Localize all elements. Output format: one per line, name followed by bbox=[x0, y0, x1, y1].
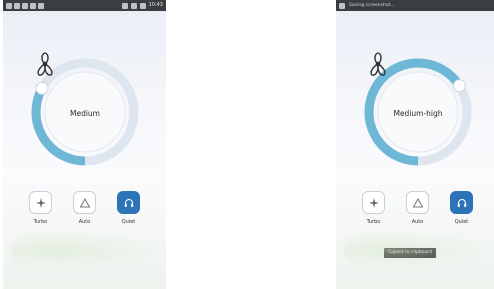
background-blur bbox=[344, 230, 494, 270]
mode-auto[interactable]: Auto bbox=[72, 191, 98, 225]
notification-icons bbox=[6, 2, 44, 9]
speed-label: Medium-high bbox=[393, 109, 443, 118]
notification-icon bbox=[30, 2, 36, 9]
quiet-button[interactable] bbox=[117, 191, 140, 214]
mode-auto[interactable]: Auto bbox=[405, 191, 431, 225]
auto-label: Auto bbox=[78, 219, 91, 225]
turbo-label: Turbo bbox=[366, 219, 381, 225]
status-bar: 10:43 bbox=[3, 0, 166, 11]
speed-dial[interactable]: Medium-high bbox=[363, 52, 473, 167]
mode-quiet[interactable]: Quiet bbox=[116, 191, 142, 225]
turbo-fan-icon bbox=[368, 197, 379, 208]
turbo-button[interactable] bbox=[362, 191, 385, 214]
notification-icon bbox=[38, 2, 44, 9]
fan-icon bbox=[37, 52, 53, 76]
auto-triangle-icon bbox=[412, 197, 423, 207]
mode-buttons: Turbo Auto Quiet bbox=[3, 191, 166, 225]
notification-icon bbox=[14, 2, 20, 9]
fan-icon bbox=[370, 52, 386, 76]
signal-icon bbox=[130, 2, 137, 9]
clock: 10:43 bbox=[148, 2, 163, 8]
screenshot-stage: 10:43 Medium Turbo Auto Quiet Saving scr… bbox=[0, 0, 494, 289]
quiet-headphones-icon bbox=[457, 198, 466, 207]
notification-icon bbox=[6, 2, 12, 9]
screenshot-icon bbox=[339, 2, 345, 9]
auto-triangle-icon bbox=[79, 197, 90, 207]
speed-label: Medium bbox=[70, 109, 100, 118]
wifi-icon bbox=[121, 2, 128, 9]
mode-turbo[interactable]: Turbo bbox=[361, 191, 387, 225]
dial-center: Medium-high bbox=[363, 52, 473, 167]
notification-icon bbox=[22, 2, 28, 9]
speed-dial[interactable]: Medium bbox=[30, 52, 140, 167]
mode-turbo[interactable]: Turbo bbox=[28, 191, 54, 225]
quiet-label: Quiet bbox=[454, 219, 469, 225]
phone-screen-right: Saving screenshot... Medium-high Turbo A… bbox=[336, 0, 494, 289]
turbo-button[interactable] bbox=[29, 191, 52, 214]
auto-button[interactable] bbox=[73, 191, 96, 214]
turbo-fan-icon bbox=[35, 197, 46, 208]
mode-quiet[interactable]: Quiet bbox=[449, 191, 475, 225]
auto-label: Auto bbox=[411, 219, 424, 225]
turbo-label: Turbo bbox=[33, 219, 48, 225]
mode-buttons: Turbo Auto Quiet bbox=[336, 191, 494, 225]
battery-icon bbox=[139, 2, 146, 9]
background-blur bbox=[11, 230, 161, 270]
dial-center: Medium bbox=[30, 52, 140, 167]
quiet-headphones-icon bbox=[124, 198, 133, 207]
status-bar: Saving screenshot... bbox=[336, 0, 494, 11]
quiet-label: Quiet bbox=[121, 219, 136, 225]
status-right: 10:43 bbox=[121, 0, 163, 11]
auto-button[interactable] bbox=[406, 191, 429, 214]
status-notice: Saving screenshot... bbox=[349, 3, 395, 8]
phone-screen-left: 10:43 Medium Turbo Auto Quiet bbox=[3, 0, 166, 289]
quiet-button[interactable] bbox=[450, 191, 473, 214]
